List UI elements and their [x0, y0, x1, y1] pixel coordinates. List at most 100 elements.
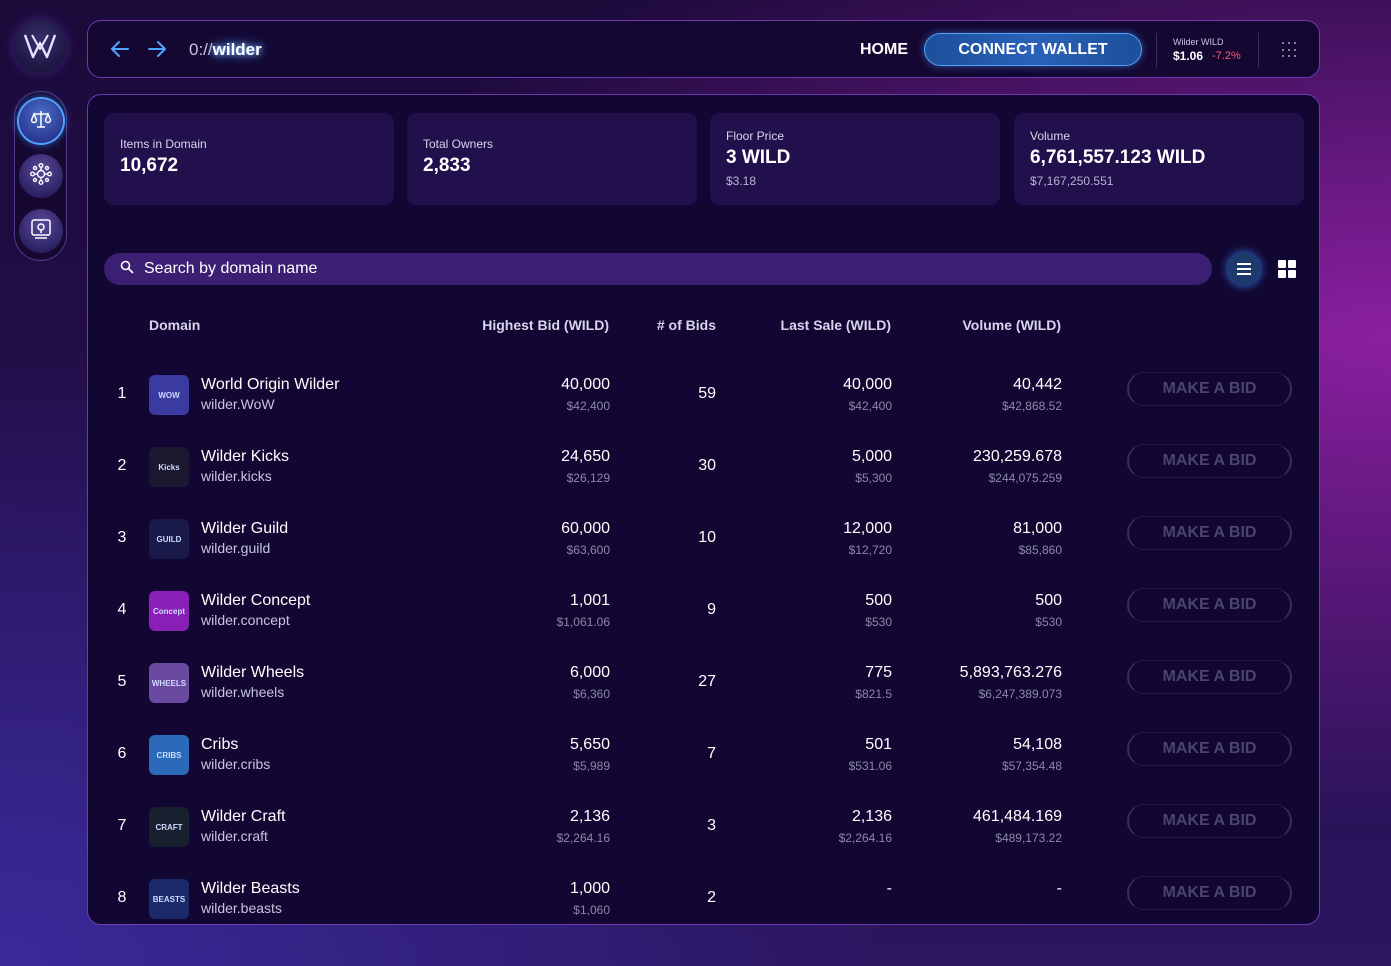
table-row[interactable]: 5 WHEELS Wilder Wheels wilder.wheels 6,000 $6… — [88, 653, 1321, 725]
table-row[interactable]: 3 GUILD Wilder Guild wilder.guild 60,000 $63,… — [88, 509, 1321, 581]
header-volume[interactable]: Volume (WILD) — [931, 317, 1061, 333]
wilder-logo-icon[interactable] — [13, 19, 67, 73]
domain-thumbnail: CRAFT — [149, 807, 189, 847]
domain-path-name: wilder — [212, 40, 262, 59]
make-bid-button[interactable]: MAKE A BID — [1127, 804, 1292, 838]
divider — [1258, 33, 1259, 67]
header-highest-bid[interactable]: Highest Bid (WILD) — [459, 317, 609, 333]
row-index: 7 — [117, 817, 127, 834]
home-link[interactable]: HOME — [860, 41, 908, 59]
domain-path: wilder.concept — [201, 612, 290, 628]
back-arrow-icon[interactable] — [110, 39, 130, 64]
volume-value: 500 — [1035, 592, 1062, 609]
row-index: 2 — [117, 457, 127, 474]
thumbnail-text: Concept — [153, 606, 185, 616]
grid-view-icon[interactable] — [1278, 260, 1296, 278]
domain-name[interactable]: Wilder Guild — [201, 520, 288, 538]
make-bid-button[interactable]: MAKE A BID — [1127, 516, 1292, 550]
bid-count: 27 — [698, 673, 716, 690]
token-label: Wilder WILD — [1173, 37, 1224, 47]
highest-bid-usd: $2,264.16 — [556, 831, 610, 845]
domain-thumbnail: CRIBS — [149, 735, 189, 775]
domain-thumbnail: WOW — [149, 375, 189, 415]
list-view-icon[interactable] — [1228, 253, 1260, 285]
domain-path: wilder.craft — [201, 828, 268, 844]
volume-usd: $57,354.48 — [1001, 759, 1062, 773]
domain-thumbnail: BEASTS — [149, 879, 189, 919]
stat-card-volume: Volume 6,761,557.123 WILD $7,167,250.551 — [1014, 113, 1304, 205]
last-sale-value: 500 — [865, 592, 892, 609]
stat-value: 3 WILD — [726, 147, 791, 168]
make-bid-button[interactable]: MAKE A BID — [1127, 588, 1292, 622]
last-sale-usd: $821.5 — [855, 687, 892, 701]
domain-name[interactable]: Wilder Wheels — [201, 664, 304, 682]
make-bid-button[interactable]: MAKE A BID — [1127, 876, 1292, 910]
volume-usd: $85,860 — [1018, 543, 1062, 557]
highest-bid-usd: $26,129 — [566, 471, 610, 485]
domain-name[interactable]: Wilder Concept — [201, 592, 310, 610]
highest-bid-usd: $5,989 — [573, 759, 610, 773]
domain-path: wilder.WoW — [201, 396, 275, 412]
highest-bid-value: 60,000 — [561, 520, 610, 537]
thumbnail-text: GUILD — [156, 534, 182, 544]
domain-name[interactable]: Cribs — [201, 736, 238, 754]
domain-name[interactable]: Wilder Beasts — [201, 880, 300, 898]
thumbnail-text: Kicks — [158, 462, 180, 472]
nav-market-button[interactable] — [18, 99, 63, 143]
highest-bid-value: 5,650 — [569, 736, 610, 753]
last-sale-value: 12,000 — [843, 520, 892, 537]
nav-network-button[interactable] — [18, 154, 63, 198]
domain-path[interactable]: 0://wilder — [189, 40, 262, 60]
row-index: 3 — [117, 529, 127, 546]
table-row[interactable]: 4 Concept Wilder Concept wilder.concept 1,00… — [88, 581, 1321, 653]
domain-name[interactable]: Wilder Kicks — [201, 448, 289, 466]
divider — [1156, 33, 1157, 67]
make-bid-button[interactable]: MAKE A BID — [1127, 444, 1292, 478]
forward-arrow-icon[interactable] — [147, 39, 167, 64]
make-bid-button[interactable]: MAKE A BID — [1127, 372, 1292, 406]
stat-label: Floor Price — [726, 129, 785, 143]
domain-name[interactable]: Wilder Craft — [201, 808, 285, 826]
volume-value: 5,893,763.276 — [959, 664, 1062, 681]
token-change: -7.2% — [1212, 50, 1241, 62]
last-sale-value: 40,000 — [843, 376, 892, 393]
connect-wallet-button[interactable]: CONNECT WALLET — [924, 33, 1142, 66]
last-sale-value: 2,136 — [851, 808, 892, 825]
table-row[interactable]: 6 CRIBS Cribs wilder.cribs 5,650 $5,989 7 501 $5… — [88, 725, 1321, 797]
volume-usd: $489,173.22 — [995, 831, 1062, 845]
header-last-sale[interactable]: Last Sale (WILD) — [751, 317, 891, 333]
last-sale-value: 775 — [865, 664, 892, 681]
volume-usd: $42,868.52 — [1001, 399, 1062, 413]
bid-count: 2 — [707, 889, 716, 906]
search-placeholder: Search by domain name — [144, 260, 318, 277]
table-row[interactable]: 2 Kicks Wilder Kicks wilder.kicks 24,650 $26,… — [88, 437, 1321, 509]
domain-name[interactable]: World Origin Wilder — [201, 376, 339, 394]
table-row[interactable]: 7 CRAFT Wilder Craft wilder.craft 2,136 $2,26… — [88, 797, 1321, 869]
scales-icon — [30, 108, 52, 135]
last-sale-usd: $5,300 — [855, 471, 892, 485]
volume-value: 54,108 — [1013, 736, 1062, 753]
stat-value: 2,833 — [423, 155, 471, 176]
make-bid-button[interactable]: MAKE A BID — [1127, 732, 1292, 766]
header-num-bids[interactable]: # of Bids — [636, 317, 716, 333]
volume-usd: $530 — [1035, 615, 1062, 629]
highest-bid-value: 24,650 — [561, 448, 610, 465]
row-index: 4 — [117, 601, 127, 618]
table-row[interactable]: 1 WOW World Origin Wilder wilder.WoW 40,000 $… — [88, 365, 1321, 437]
last-sale-value: 501 — [865, 736, 892, 753]
apps-menu-icon[interactable] — [1282, 42, 1298, 58]
domain-thumbnail: Concept — [149, 591, 189, 631]
side-nav — [14, 91, 67, 261]
make-bid-button[interactable]: MAKE A BID — [1127, 660, 1292, 694]
table-row[interactable]: 8 BEASTS Wilder Beasts wilder.beasts 1,000 $1… — [88, 869, 1321, 941]
header-domain[interactable]: Domain — [149, 317, 200, 333]
search-input[interactable]: Search by domain name — [104, 253, 1212, 285]
last-sale-usd: $12,720 — [848, 543, 892, 557]
volume-value: 40,442 — [1013, 376, 1062, 393]
bid-count: 10 — [698, 529, 716, 546]
highest-bid-value: 1,001 — [569, 592, 610, 609]
stat-label: Total Owners — [423, 137, 494, 151]
domain-thumbnail: WHEELS — [149, 663, 189, 703]
nav-vault-button[interactable] — [18, 209, 63, 253]
domain-path: wilder.beasts — [201, 900, 282, 916]
